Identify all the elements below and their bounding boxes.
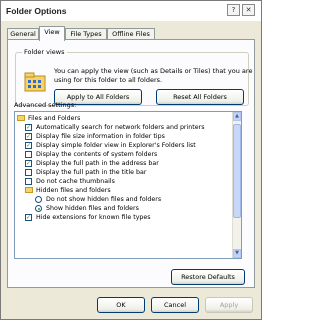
- checkbox[interactable]: ✓: [25, 142, 32, 149]
- list-item-label: Display the contents of system folders: [36, 151, 158, 158]
- list-item-label: Show hidden files and folders: [46, 205, 139, 212]
- scroll-up-icon[interactable]: ▲: [233, 112, 241, 121]
- checkbox[interactable]: ✓: [25, 133, 32, 140]
- checkbox[interactable]: [25, 178, 32, 185]
- advanced-settings-label: Advanced settings:: [14, 101, 77, 109]
- title-bar: Folder Options ? ✕: [1, 1, 261, 21]
- list-item-label: Automatically search for network folders…: [36, 124, 205, 131]
- checkbox[interactable]: [25, 169, 32, 176]
- folder-views-icon: [24, 72, 46, 92]
- checkbox[interactable]: [25, 151, 32, 158]
- reset-all-folders-button[interactable]: Reset All Folders: [156, 89, 244, 105]
- cancel-button[interactable]: Cancel: [151, 297, 199, 313]
- folder-icon: [17, 115, 25, 121]
- folder-views-label: Folder views: [22, 48, 67, 56]
- list-item-label: Display the full path in the title bar: [36, 169, 147, 176]
- restore-defaults-button[interactable]: Restore Defaults: [171, 269, 245, 285]
- ok-button[interactable]: OK: [97, 297, 145, 313]
- folder-options-window: Folder Options ? ✕ General View File Typ…: [0, 0, 262, 320]
- folder-icon: [25, 187, 33, 193]
- advanced-settings-list[interactable]: Files and Folders ✓ Automatically search…: [14, 111, 242, 259]
- checkbox[interactable]: ✓: [25, 160, 32, 167]
- list-item-label: Display simple folder view in Explorer's…: [36, 142, 196, 149]
- scroll-down-icon[interactable]: ▼: [233, 249, 241, 258]
- apply-button[interactable]: Apply: [205, 297, 253, 313]
- scroll-thumb[interactable]: [233, 124, 241, 218]
- tab-view[interactable]: View: [39, 26, 65, 41]
- list-item-label: Files and Folders: [28, 115, 81, 122]
- help-button[interactable]: ?: [227, 4, 240, 16]
- window-title: Folder Options: [6, 6, 67, 16]
- list-item-label: Hidden files and folders: [36, 187, 111, 194]
- list-item-label: Hide extensions for known file types: [36, 214, 151, 221]
- radio-button[interactable]: [35, 205, 42, 212]
- radio-button[interactable]: [35, 196, 42, 203]
- list-item-label: Do not show hidden files and folders: [46, 196, 162, 203]
- checkbox[interactable]: ✓: [25, 124, 32, 131]
- folder-views-group: Folder views You can apply the view (suc…: [15, 48, 252, 106]
- list-item-label: Display file size information in folder …: [36, 133, 165, 140]
- list-item-label: Display the full path in the address bar: [36, 160, 159, 167]
- checkbox[interactable]: ✓: [25, 214, 32, 221]
- folder-views-description: You can apply the view (such as Details …: [54, 67, 253, 84]
- list-item-label: Do not cache thumbnails: [36, 178, 115, 185]
- close-button[interactable]: ✕: [242, 4, 255, 16]
- vertical-scrollbar[interactable]: ▲ ▼: [232, 112, 241, 258]
